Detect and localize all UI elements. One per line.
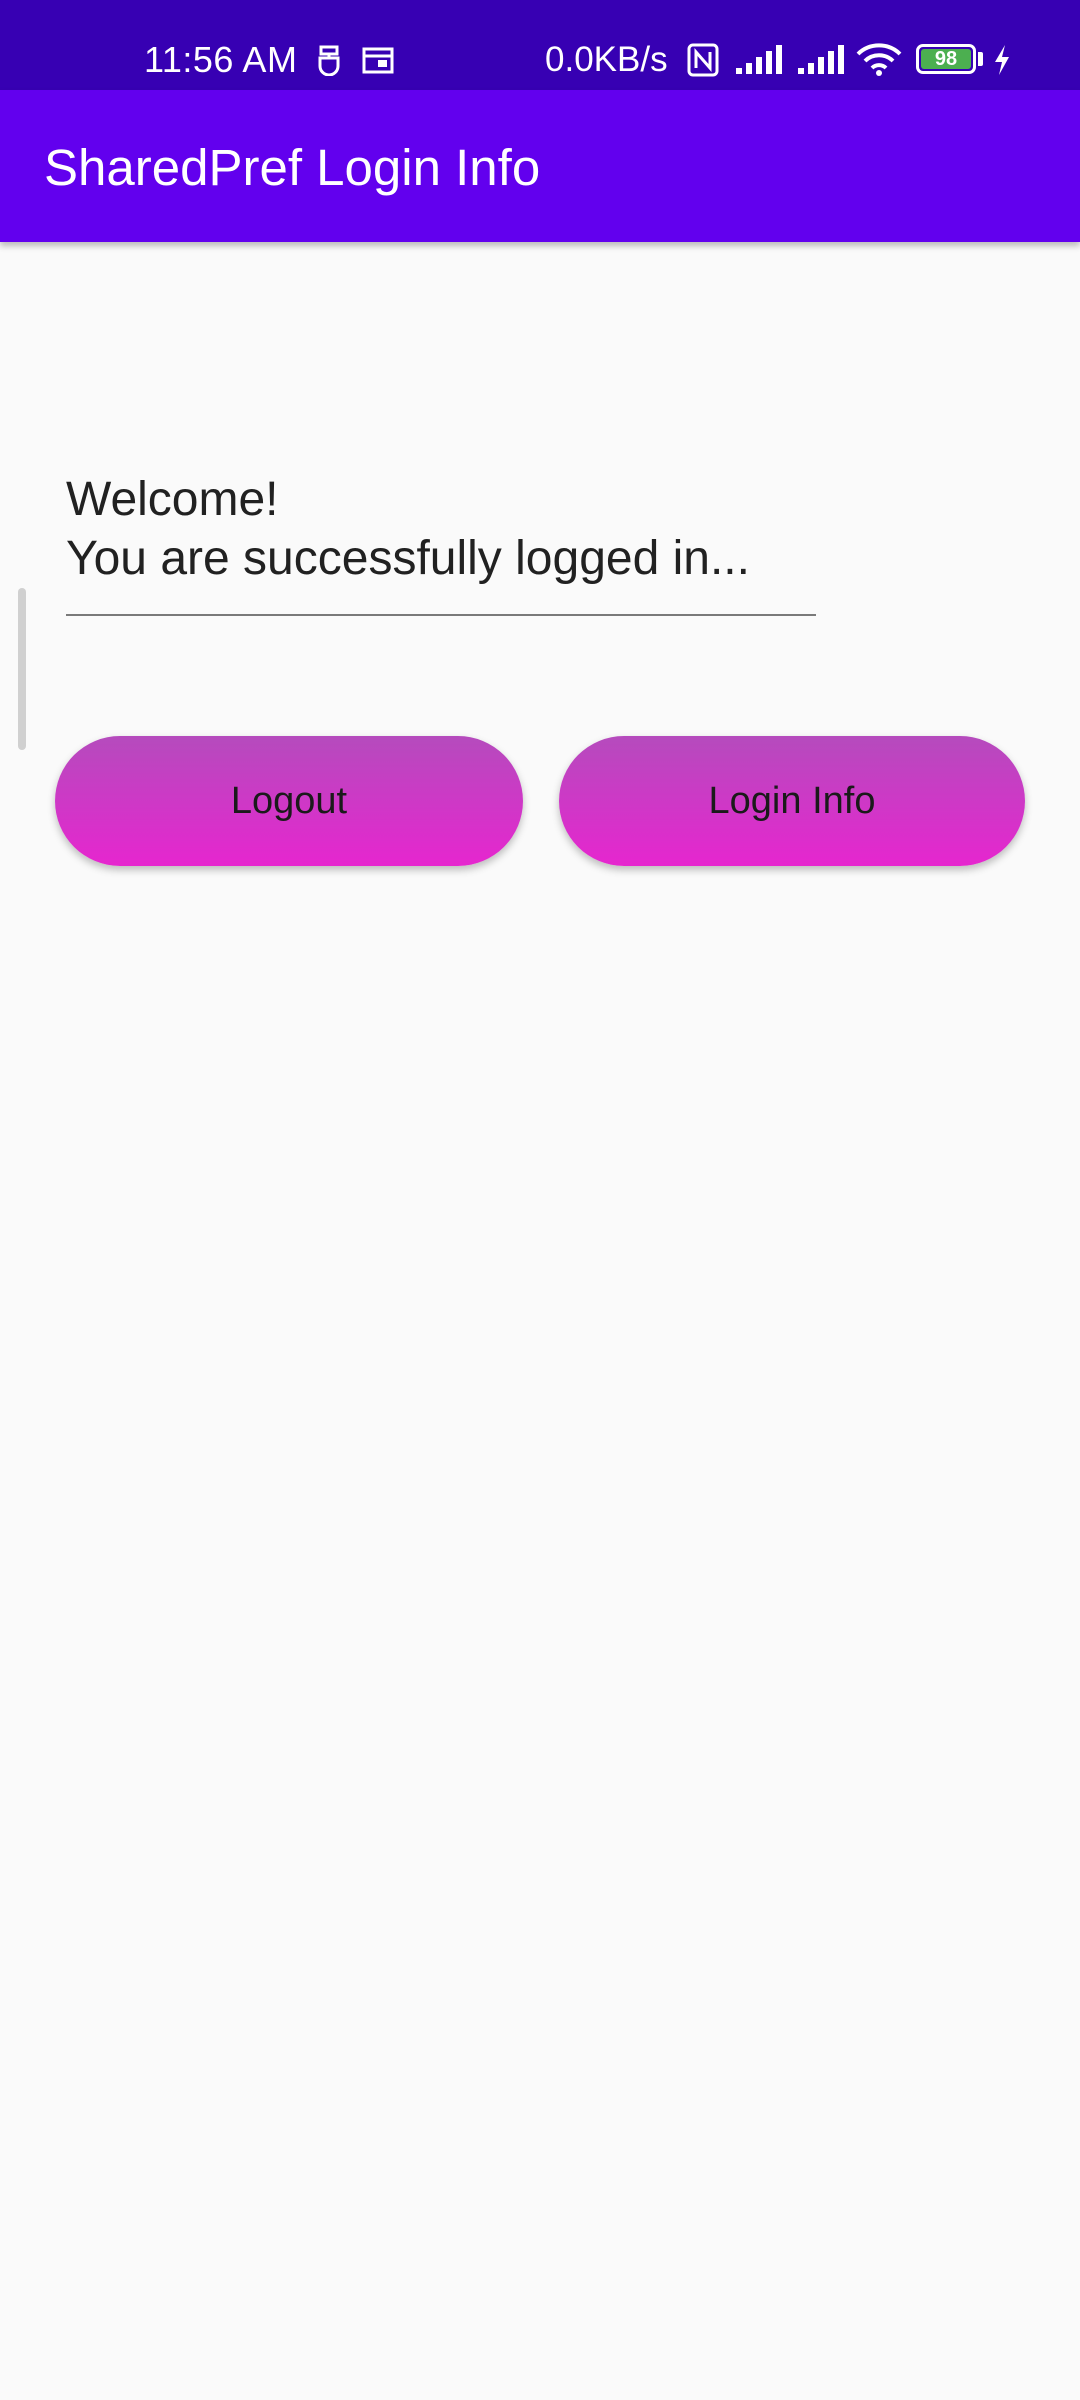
signal-icon	[798, 45, 844, 74]
signal-icon	[736, 45, 782, 74]
wifi-icon	[856, 43, 902, 76]
network-speed: 0.0KB/s	[545, 40, 668, 79]
welcome-title: Welcome!	[66, 473, 279, 526]
welcome-text-field[interactable]: Welcome! You are successfully logged in.…	[66, 470, 816, 616]
status-time: 11:56 AM	[144, 39, 298, 80]
app-bar: SharedPref Login Info	[0, 90, 1080, 242]
battery-icon: 98	[916, 44, 976, 74]
vpn-key-icon	[318, 45, 340, 76]
scroll-indicator[interactable]	[18, 588, 26, 750]
nfc-icon	[687, 43, 719, 77]
calendar-icon	[362, 47, 394, 74]
battery-tip	[978, 52, 983, 66]
charging-icon	[995, 45, 1009, 75]
welcome-message: You are successfully logged in...	[66, 532, 750, 585]
battery-level: 98	[934, 48, 958, 70]
status-bar: 11:56 AM 0.0KB/s 98	[0, 0, 1080, 90]
login-info-button[interactable]: Login Info	[559, 736, 1025, 866]
app-title: SharedPref Login Info	[44, 139, 541, 196]
logout-button[interactable]: Logout	[55, 736, 523, 866]
